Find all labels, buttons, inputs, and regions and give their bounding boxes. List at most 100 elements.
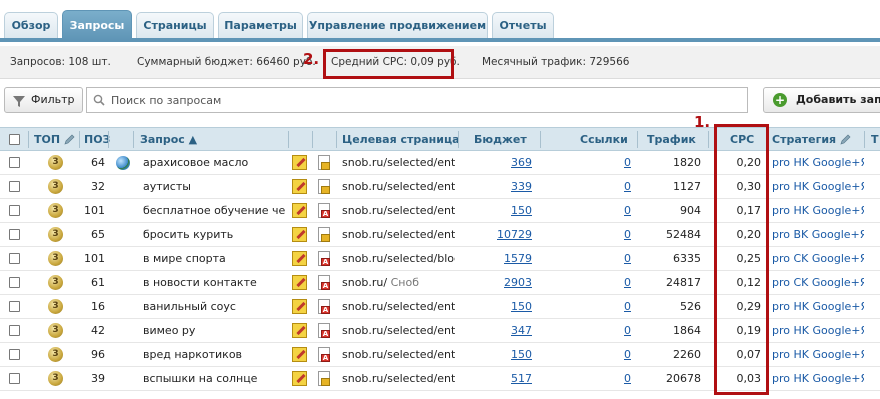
tab-overview[interactable]: Обзор: [4, 12, 58, 38]
lock-doc-icon[interactable]: [318, 179, 330, 194]
target-page-url[interactable]: snob.ru/selected/entry,: [342, 204, 455, 217]
links-count[interactable]: 0: [600, 367, 631, 391]
target-page[interactable]: snob.ru/selected/entry,: [342, 151, 455, 175]
filter-button[interactable]: Фильтр: [4, 87, 83, 113]
tab-promotion-management[interactable]: Управление продвижением: [307, 12, 488, 38]
target-page[interactable]: snob.ru/selected/entry,: [342, 199, 455, 223]
col-target-page[interactable]: Целевая страница: [342, 128, 460, 151]
budget-link[interactable]: 150: [480, 295, 532, 319]
row-checkbox[interactable]: [9, 205, 20, 216]
col-traffic[interactable]: Трафик: [647, 128, 696, 151]
row-checkbox[interactable]: [9, 253, 20, 264]
links-count[interactable]: 0: [600, 199, 631, 223]
lock-doc-icon[interactable]: [318, 371, 330, 386]
target-page-url[interactable]: snob.ru/selected/entry,: [342, 348, 455, 361]
edit-icon[interactable]: [292, 179, 307, 194]
budget-link[interactable]: 150: [480, 343, 532, 367]
strategy-value[interactable]: pro HK Google+Ян: [772, 343, 864, 367]
target-page[interactable]: snob.ru/selected/entry,: [342, 175, 455, 199]
budget-link[interactable]: 10729: [480, 223, 532, 247]
edit-icon[interactable]: [292, 323, 307, 338]
edit-icon[interactable]: [292, 203, 307, 218]
pencil-icon[interactable]: [64, 134, 75, 145]
lock-doc-icon[interactable]: [318, 155, 330, 170]
col-extra[interactable]: Т: [871, 128, 879, 151]
edit-icon[interactable]: [292, 275, 307, 290]
target-page[interactable]: snob.ru/selected/entry,: [342, 367, 455, 391]
strategy-value[interactable]: pro CK Google+Ян: [772, 271, 864, 295]
links-count[interactable]: 0: [600, 343, 631, 367]
links-count[interactable]: 0: [600, 175, 631, 199]
budget-link[interactable]: 1579: [480, 247, 532, 271]
col-pos[interactable]: ПОЗ: [84, 128, 110, 151]
tab-parameters[interactable]: Параметры: [218, 12, 303, 38]
target-page[interactable]: snob.ru/selected/blog/: [342, 247, 455, 271]
target-page-url[interactable]: snob.ru/selected/entry,: [342, 324, 455, 337]
red-lock-doc-icon[interactable]: A: [318, 203, 330, 218]
select-all-checkbox[interactable]: [9, 134, 20, 145]
pencil-icon[interactable]: [840, 134, 851, 145]
row-checkbox[interactable]: [9, 373, 20, 384]
col-strategy[interactable]: Стратегия: [772, 128, 836, 151]
links-count[interactable]: 0: [600, 223, 631, 247]
budget-link[interactable]: 150: [480, 199, 532, 223]
tab-reports[interactable]: Отчеты: [492, 12, 554, 38]
lock-doc-icon[interactable]: [318, 227, 330, 242]
red-lock-doc-icon[interactable]: A: [318, 347, 330, 362]
target-page[interactable]: snob.ru/ Сноб: [342, 271, 455, 295]
row-checkbox[interactable]: [9, 181, 20, 192]
target-page-url[interactable]: snob.ru/selected/entry,: [342, 180, 455, 193]
col-links[interactable]: Ссылки: [580, 128, 628, 151]
row-checkbox[interactable]: [9, 349, 20, 360]
red-lock-doc-icon[interactable]: A: [318, 299, 330, 314]
strategy-value[interactable]: pro CK Google+Ян: [772, 247, 864, 271]
strategy-value[interactable]: pro HK Google+Ян: [772, 367, 864, 391]
edit-icon[interactable]: [292, 299, 307, 314]
links-count[interactable]: 0: [600, 247, 631, 271]
links-count[interactable]: 0: [600, 319, 631, 343]
row-checkbox[interactable]: [9, 229, 20, 240]
row-checkbox[interactable]: [9, 277, 20, 288]
strategy-value[interactable]: pro HK Google+Ян: [772, 175, 864, 199]
target-page-url[interactable]: snob.ru/: [342, 276, 387, 289]
red-lock-doc-icon[interactable]: A: [318, 275, 330, 290]
tab-pages[interactable]: Страницы: [136, 12, 214, 38]
target-page-url[interactable]: snob.ru/selected/blog/: [342, 252, 455, 265]
links-count[interactable]: 0: [600, 271, 631, 295]
strategy-value[interactable]: pro HK Google+Ян: [772, 319, 864, 343]
col-query[interactable]: Запрос ▲: [140, 128, 197, 151]
red-lock-doc-icon[interactable]: A: [318, 323, 330, 338]
col-top[interactable]: ТОП: [34, 128, 60, 151]
budget-link[interactable]: 2903: [480, 271, 532, 295]
search-input[interactable]: [109, 88, 739, 112]
col-budget[interactable]: Бюджет: [474, 128, 527, 151]
links-count[interactable]: 0: [600, 151, 631, 175]
edit-icon[interactable]: [292, 251, 307, 266]
target-page-url[interactable]: snob.ru/selected/entry,: [342, 372, 455, 385]
add-query-button[interactable]: + Добавить запр: [763, 87, 880, 113]
tab-queries[interactable]: Запросы: [62, 10, 132, 40]
row-checkbox[interactable]: [9, 157, 20, 168]
budget-link[interactable]: 369: [480, 151, 532, 175]
target-page[interactable]: snob.ru/selected/entry,: [342, 295, 455, 319]
links-count[interactable]: 0: [600, 295, 631, 319]
edit-icon[interactable]: [292, 347, 307, 362]
target-page-url[interactable]: snob.ru/selected/entry,: [342, 228, 455, 241]
row-checkbox[interactable]: [9, 325, 20, 336]
target-page[interactable]: snob.ru/selected/entry,: [342, 319, 455, 343]
target-page[interactable]: snob.ru/selected/entry,: [342, 223, 455, 247]
target-page-url[interactable]: snob.ru/selected/entry,: [342, 300, 455, 313]
budget-link[interactable]: 347: [480, 319, 532, 343]
target-page-url[interactable]: snob.ru/selected/entry,: [342, 156, 455, 169]
budget-link[interactable]: 517: [480, 367, 532, 391]
red-lock-doc-icon[interactable]: A: [318, 251, 330, 266]
strategy-value[interactable]: pro HK Google+Ян: [772, 199, 864, 223]
budget-link[interactable]: 339: [480, 175, 532, 199]
strategy-value[interactable]: pro HK Google+Ян: [772, 295, 864, 319]
target-page[interactable]: snob.ru/selected/entry,: [342, 343, 455, 367]
row-checkbox[interactable]: [9, 301, 20, 312]
edit-icon[interactable]: [292, 155, 307, 170]
strategy-value[interactable]: pro BK Google+Ян: [772, 223, 864, 247]
strategy-value[interactable]: pro HK Google+Ян: [772, 151, 864, 175]
edit-icon[interactable]: [292, 371, 307, 386]
